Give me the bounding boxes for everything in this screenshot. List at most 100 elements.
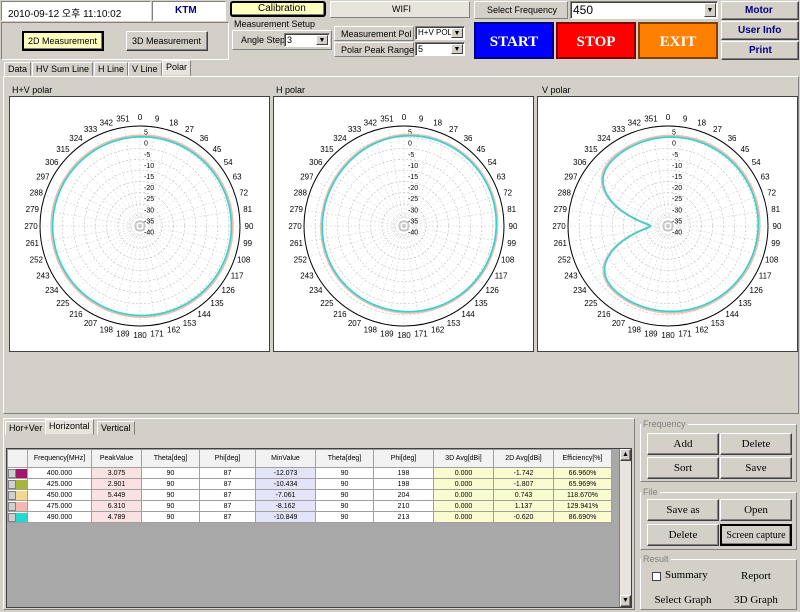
polar-radial-label: -40 [144, 230, 154, 237]
polar-angle-label: 270 [288, 222, 302, 231]
polar-angle-label: 81 [771, 205, 780, 214]
tab-v-line[interactable]: V Line [128, 62, 162, 76]
polar-angle-label: 27 [185, 125, 194, 134]
polar-spoke [58, 167, 141, 227]
polar-spoke [586, 167, 669, 227]
table-cell: 5.449 [91, 489, 142, 501]
column-header[interactable]: PeakValue [91, 449, 142, 468]
open-button[interactable]: Open [720, 499, 792, 521]
table-cell: 65.969% [553, 478, 612, 490]
column-header[interactable]: Efficiency[%] [553, 449, 612, 468]
delete-frequency-button[interactable]: Delete [720, 433, 792, 455]
company-label: KTM [175, 5, 197, 16]
column-header[interactable]: Phi[deg] [199, 449, 256, 468]
column-header[interactable]: Frequency[MHz] [27, 449, 92, 468]
stop-button[interactable]: STOP [556, 22, 636, 59]
delete-file-button[interactable]: Delete [647, 524, 719, 546]
column-header[interactable]: 2D Avg[dBi] [493, 449, 554, 468]
table-row[interactable]: 450.000 5.449 90 87 -7.061 90 204 0.000 0.743 118… [7, 489, 612, 501]
polar-title-h: H polar [276, 85, 306, 95]
chevron-down-icon[interactable]: ▼ [316, 35, 328, 45]
chevron-down-icon[interactable]: ▼ [451, 44, 463, 54]
measurement-pol-combo[interactable]: H+V POL ▼ [415, 26, 465, 40]
tab-data[interactable]: Data [4, 62, 32, 76]
scroll-down-icon[interactable]: ▼ [620, 595, 631, 607]
save-as-button[interactable]: Save as [647, 499, 719, 521]
save-button[interactable]: Save [720, 457, 792, 479]
polar-angle-label: 18 [169, 118, 178, 127]
tab-hv-sum-line[interactable]: HV Sum Line [32, 62, 94, 76]
exit-button[interactable]: EXIT [638, 22, 718, 59]
polar-angle-label: 342 [100, 118, 114, 127]
polar-angle-label: 279 [26, 205, 40, 214]
table-row[interactable]: 475.000 6.310 90 87 -8.162 90 210 0.000 1.137 129… [7, 500, 612, 512]
tab-h-line[interactable]: H Line [94, 62, 129, 76]
row-color-swatch [7, 500, 28, 512]
polar-spoke [139, 225, 236, 258]
column-header[interactable]: Theta[deg] [315, 449, 374, 468]
polar-angle-label: 207 [84, 319, 98, 328]
polar-angle-label: 234 [573, 286, 587, 295]
table-row[interactable]: 400.000 3.075 90 87 -12.073 90 198 0.000 -1.742 6… [7, 467, 612, 479]
select-graph-button[interactable]: Select Graph [647, 589, 719, 609]
sort-button[interactable]: Sort [647, 457, 719, 479]
table-cell: 0.000 [433, 467, 494, 479]
polar-peak-range-combo[interactable]: 5 ▼ [415, 42, 465, 56]
polar-spoke [108, 130, 141, 227]
polar-angle-label: 261 [26, 239, 40, 248]
polar-angle-label: 81 [243, 205, 252, 214]
summary-checkbox[interactable] [652, 572, 661, 581]
select-frequency-value: 450 [573, 3, 594, 17]
polar-angle-label: 108 [501, 256, 515, 265]
table-row[interactable]: 425.000 2.901 90 87 -10.434 90 198 0.000 -1.807 6… [7, 478, 612, 490]
polar-chart-v: 0 9 18 27 36 455463 72 81 90 99 108 117 126 135 144153… [537, 96, 798, 352]
polar-spoke [667, 225, 739, 297]
polar-radial-label: 0 [408, 141, 412, 148]
polar-radial-label: -40 [672, 230, 682, 237]
polar-angle-label: 252 [30, 256, 44, 265]
angle-step-combo[interactable]: 3 ▼ [284, 33, 330, 47]
polar-angle-label: 225 [320, 299, 334, 308]
calibration-button-label: Calibration [258, 3, 306, 14]
add-button[interactable]: Add [647, 433, 719, 455]
table-cell: 87 [199, 500, 256, 512]
polar-angle-label: 18 [433, 118, 442, 127]
polar-radial-label: -30 [144, 207, 154, 214]
polar-angle-label: 315 [56, 145, 70, 154]
polar-angle-label: 117 [495, 271, 508, 280]
polar-angle-label: 225 [584, 299, 598, 308]
column-header[interactable]: Phi[deg] [373, 449, 434, 468]
start-button[interactable]: START [474, 22, 554, 59]
polar-angle-label: 189 [380, 330, 394, 339]
column-header[interactable]: Theta[deg] [141, 449, 200, 468]
polar-angle-label: 108 [765, 256, 779, 265]
report-button[interactable]: Report [720, 565, 792, 585]
table-cell: 198 [373, 478, 434, 490]
scroll-up-icon[interactable]: ▲ [620, 449, 631, 461]
polar-angle-label: 180 [133, 331, 147, 340]
polar-spoke [403, 194, 500, 227]
tab-polar[interactable]: Polar [162, 60, 192, 76]
polar-spoke [667, 225, 764, 258]
polar-spoke [372, 130, 405, 227]
table-scrollbar[interactable]: ▲ ▼ [619, 449, 631, 607]
polar-angle-label: 72 [239, 188, 248, 197]
polar-spoke [139, 194, 236, 227]
tab-vertical[interactable]: Vertical [97, 421, 135, 435]
polar-spoke [636, 130, 669, 227]
tab-horizontal[interactable]: Horizontal [45, 419, 94, 435]
column-header[interactable]: MinValue [255, 449, 316, 468]
column-header[interactable]: 3D Avg[dBi] [433, 449, 494, 468]
polar-spoke [667, 225, 700, 322]
select-frequency-combo[interactable]: 450 ▼ [570, 1, 718, 19]
screen-capture-button[interactable]: Screen capture [720, 524, 792, 546]
polar-angle-label: 351 [644, 114, 658, 123]
tab-hor-ver[interactable]: Hor+Ver [5, 421, 47, 435]
chevron-down-icon[interactable]: ▼ [451, 28, 463, 38]
chevron-down-icon[interactable]: ▼ [704, 3, 716, 17]
table-cell: 87 [199, 511, 256, 523]
table-row[interactable]: 490.000 4.789 90 87 -10.849 90 213 0.000 -0.620 8… [7, 511, 612, 523]
polar-angle-label: 351 [380, 114, 394, 123]
graph-3d-button[interactable]: 3D Graph [720, 589, 792, 609]
polar-spoke [81, 144, 141, 227]
